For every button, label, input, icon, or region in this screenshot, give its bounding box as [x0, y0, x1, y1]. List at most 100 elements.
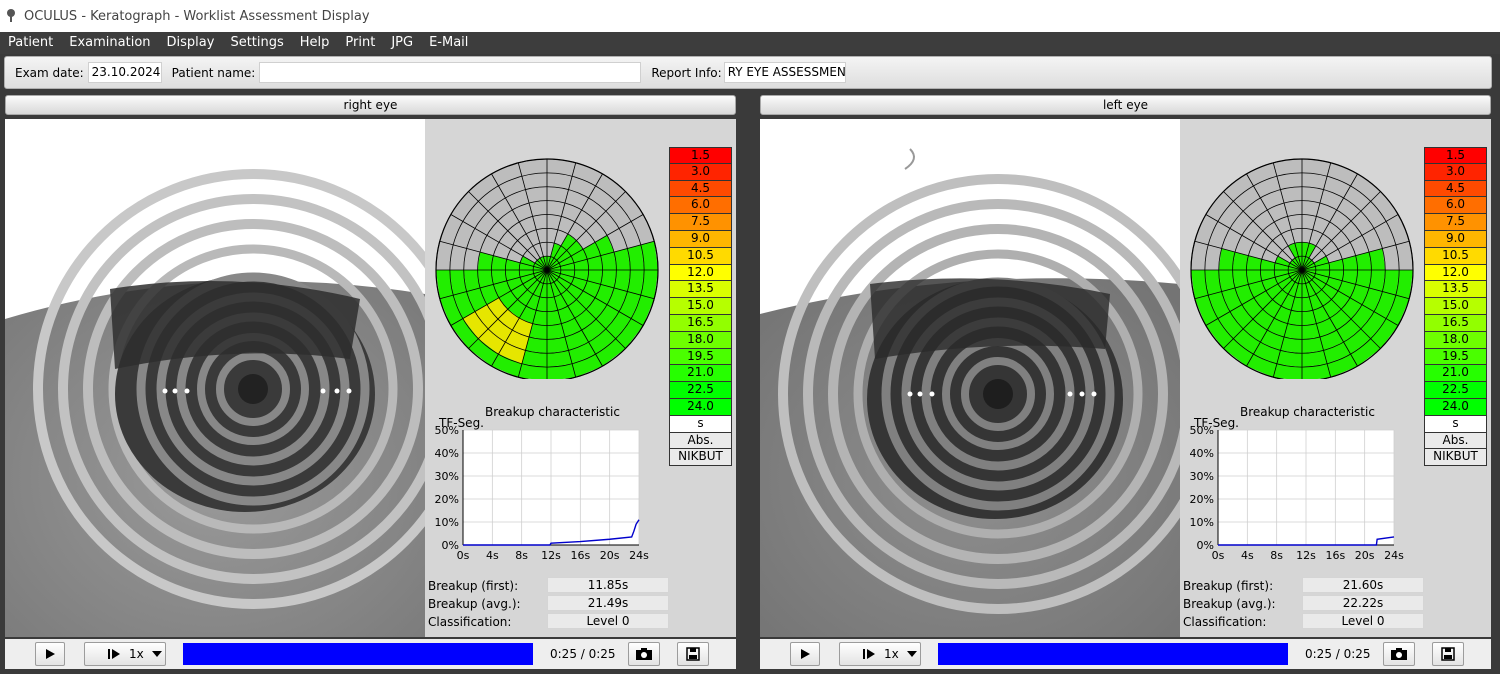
menu-email[interactable]: E-Mail — [421, 32, 476, 54]
legend-cell: 9.0 — [669, 230, 732, 248]
breakup-first-label: Breakup (first): — [1183, 578, 1274, 593]
left-eye-breakup-first-value: 21.60s — [1302, 577, 1424, 593]
breakup-avg-label: Breakup (avg.): — [428, 596, 521, 611]
chart-ytick-label: 30% — [435, 470, 459, 483]
legend-unit: s — [669, 415, 732, 433]
oculus-app-icon — [6, 8, 16, 25]
legend-nikbut-button[interactable]: NIKBUT — [669, 449, 732, 467]
save-icon — [686, 647, 700, 661]
report-info-label: Report Info: — [651, 65, 722, 80]
right-eye-playback-controls: 1x 0:25 / 0:25 — [5, 639, 736, 669]
left-eye-header: left eye — [760, 95, 1491, 115]
right-eye-breakup-first-row: Breakup (first): — [428, 577, 548, 594]
legend-cell: 9.0 — [1424, 230, 1487, 248]
play-icon — [801, 649, 810, 659]
menu-patient[interactable]: Patient — [0, 32, 61, 54]
chart-title: Breakup characteristic — [1240, 405, 1375, 419]
chevron-down-icon — [907, 651, 917, 657]
left-eye-color-legend: 1.5 3.0 4.5 6.0 7.5 9.0 10.5 12.0 13.5 15.0 16.5 18… — [1424, 147, 1487, 467]
chart-ytick-label: 50% — [435, 424, 459, 437]
right-eye-breakup-avg-value: 21.49s — [547, 595, 669, 611]
legend-cell: 24.0 — [669, 398, 732, 416]
menu-print[interactable]: Print — [337, 32, 383, 54]
right-eye-playback-progress — [183, 643, 533, 665]
patient-name-field[interactable] — [259, 62, 642, 83]
left-eye-playback-track[interactable] — [938, 643, 1288, 665]
left-eye-time-display: 0:25 / 0:25 — [1305, 647, 1371, 661]
chart-xtick-label: 0s — [457, 549, 470, 562]
chart-xtick-label: 20s — [600, 549, 620, 562]
left-eye-playback-controls: 1x 0:25 / 0:25 — [760, 639, 1491, 669]
legend-cell: 16.5 — [669, 314, 732, 332]
legend-cell: 1.5 — [669, 147, 732, 164]
menu-display[interactable]: Display — [159, 32, 223, 54]
left-eye-play-button[interactable] — [790, 642, 820, 666]
chart-xtick-label: 24s — [629, 549, 649, 562]
left-eye-breakup-chart: Breakup characteristic TF-Seg. 0%10%20%3… — [1190, 405, 1405, 562]
legend-cell: 3.0 — [1424, 163, 1487, 181]
menu-bar: Patient Examination Display Settings Hel… — [0, 32, 1500, 54]
window-title: OCULUS - Keratograph - Worklist Assessme… — [24, 8, 370, 24]
right-eye-play-button[interactable] — [35, 642, 65, 666]
chart-xtick-label: 16s — [570, 549, 590, 562]
menu-examination[interactable]: Examination — [61, 32, 158, 54]
menu-help[interactable]: Help — [292, 32, 338, 54]
chart-xtick-label: 16s — [1325, 549, 1345, 562]
title-bar: OCULUS - Keratograph - Worklist Assessme… — [0, 0, 1500, 32]
chart-ytick-label: 40% — [1190, 447, 1214, 460]
menu-jpg[interactable]: JPG — [383, 32, 421, 54]
play-icon — [46, 649, 55, 659]
exam-date-label: Exam date: — [15, 65, 84, 80]
legend-abs-button[interactable]: Abs. — [669, 432, 732, 450]
right-eye-classification-row: Classification: — [428, 613, 548, 630]
camera-icon — [1391, 648, 1407, 660]
legend-cell: 18.0 — [1424, 331, 1487, 349]
chart-ytick-label: 10% — [1190, 516, 1214, 529]
legend-nikbut-button[interactable]: NIKBUT — [1424, 449, 1487, 467]
legend-cell: 7.5 — [1424, 214, 1487, 231]
step-play-icon — [863, 649, 875, 659]
left-eye-breakup-avg-row: Breakup (avg.): — [1183, 595, 1303, 612]
legend-cell: 7.5 — [669, 214, 732, 231]
menu-settings[interactable]: Settings — [222, 32, 291, 54]
right-eye-speed-select[interactable]: 1x — [84, 642, 166, 666]
step-play-icon — [108, 649, 120, 659]
legend-cell: 1.5 — [1424, 147, 1487, 164]
left-eye-speed-select[interactable]: 1x — [839, 642, 921, 666]
right-eye-snapshot-button[interactable] — [628, 642, 660, 666]
left-eye-analysis-panel: 1.5 3.0 4.5 6.0 7.5 9.0 10.5 12.0 13.5 15.0 16.5 18… — [1180, 119, 1491, 637]
legend-abs-button[interactable]: Abs. — [1424, 432, 1487, 450]
report-info-field[interactable]: RY EYE ASSESSMENT — [723, 62, 846, 83]
legend-cell: 18.0 — [669, 331, 732, 349]
chart-ytick-label: 10% — [435, 516, 459, 529]
right-eye-image — [5, 119, 425, 637]
exam-date-field[interactable]: 23.10.2024 — [87, 62, 162, 83]
legend-cell: 12.0 — [669, 264, 732, 282]
right-eye-time-display: 0:25 / 0:25 — [550, 647, 616, 661]
right-eye-breakup-chart: Breakup characteristic TF-Seg. 0%10%20%3… — [435, 405, 650, 562]
breakup-first-label: Breakup (first): — [428, 578, 519, 593]
chart-xtick-label: 0s — [1212, 549, 1225, 562]
legend-cell: 15.0 — [669, 298, 732, 315]
legend-cell: 4.5 — [669, 180, 732, 198]
right-eye-save-button[interactable] — [677, 642, 709, 666]
classification-label: Classification: — [1183, 614, 1267, 629]
legend-cell: 24.0 — [1424, 398, 1487, 416]
chart-ytick-label: 20% — [1190, 493, 1214, 506]
right-eye-playback-track[interactable] — [183, 643, 533, 665]
left-eye-save-button[interactable] — [1432, 642, 1464, 666]
chart-xtick-label: 8s — [1270, 549, 1283, 562]
right-eye-polar-map-group — [435, 158, 659, 379]
legend-cell: 10.5 — [669, 247, 732, 265]
left-eye-breakup-map — [1190, 158, 1414, 379]
legend-cell: 19.5 — [1424, 348, 1487, 366]
left-eye-snapshot-button[interactable] — [1383, 642, 1415, 666]
legend-cell: 21.0 — [1424, 365, 1487, 383]
chart-ytick-label: 50% — [1190, 424, 1214, 437]
exam-info-bar: Exam date: 23.10.2024 Patient name: Repo… — [4, 56, 1492, 89]
left-eye-breakup-avg-value: 22.22s — [1302, 595, 1424, 611]
legend-cell: 13.5 — [1424, 281, 1487, 299]
legend-cell: 6.0 — [1424, 197, 1487, 215]
legend-cell: 22.5 — [669, 382, 732, 399]
right-eye-breakup-avg-row: Breakup (avg.): — [428, 595, 548, 612]
